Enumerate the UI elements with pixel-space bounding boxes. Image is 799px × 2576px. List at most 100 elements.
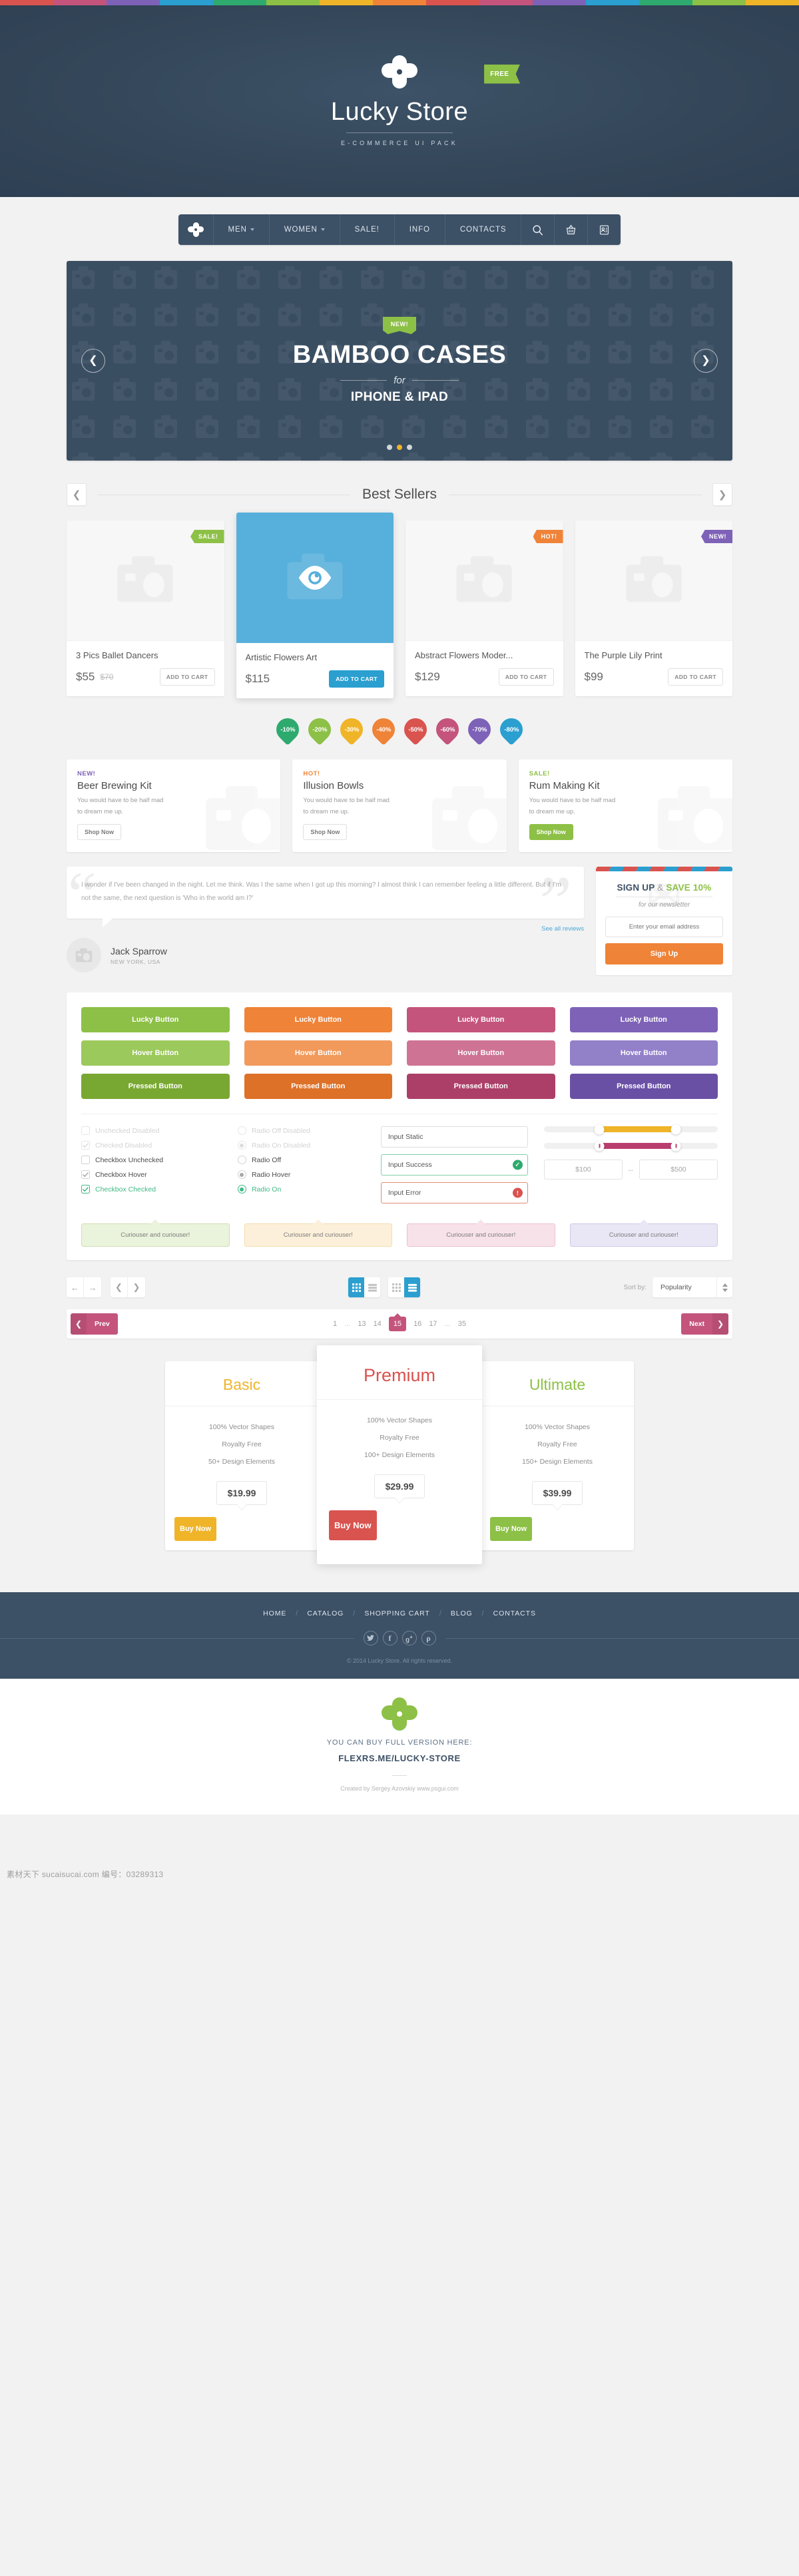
sort-stepper-icon[interactable] <box>716 1277 732 1298</box>
shop-now-button[interactable]: Shop Now <box>77 824 121 841</box>
pinterest-icon[interactable]: ρ <box>421 1631 436 1646</box>
footer-link-blog[interactable]: BLOG <box>451 1610 473 1617</box>
add-to-cart-button[interactable]: ADD TO CART <box>329 670 384 688</box>
pagination-page[interactable]: 35 <box>458 1320 466 1328</box>
checkbox-icon[interactable] <box>81 1185 90 1194</box>
pagination-prev-button[interactable]: ❮ Prev <box>71 1313 118 1335</box>
checkbox-icon[interactable] <box>81 1170 90 1180</box>
best-sellers-next-button[interactable]: ❯ <box>712 483 732 506</box>
checkbox-row[interactable]: Unchecked Disabled <box>81 1126 222 1136</box>
pagination-page[interactable]: 13 <box>358 1320 366 1328</box>
add-to-cart-button[interactable]: ADD TO CART <box>668 668 723 686</box>
pagination-next-button[interactable]: Next ❯ <box>681 1313 728 1335</box>
pagination-page[interactable]: 16 <box>413 1320 421 1328</box>
slider-rail[interactable] <box>543 1141 718 1152</box>
product-card[interactable]: Artistic Flowers Art $115 ADD TO CART <box>236 513 394 698</box>
checkbox-row[interactable]: Checkbox Hover <box>81 1170 222 1180</box>
price-min-field[interactable]: $100 <box>543 1160 623 1180</box>
slider-handle[interactable] <box>670 1124 681 1135</box>
ui-kit-button[interactable]: Lucky Button <box>244 1007 392 1033</box>
footer-link-catalog[interactable]: CATALOG <box>307 1610 344 1617</box>
chevron-right-icon[interactable]: ❯ <box>128 1277 145 1297</box>
list-view-icon[interactable] <box>364 1277 381 1298</box>
radio-icon[interactable] <box>237 1141 246 1150</box>
buy-now-button[interactable]: Buy Now <box>490 1517 533 1542</box>
best-sellers-prev-button[interactable]: ❮ <box>67 483 87 506</box>
buy-now-button[interactable]: Buy Now <box>329 1510 377 1541</box>
footer-link-contacts[interactable]: CONTACTS <box>493 1610 536 1617</box>
twitter-icon[interactable] <box>363 1631 378 1646</box>
promo-card[interactable]: NEW! Beer Brewing Kit You would have to be… <box>67 759 281 853</box>
checkbox-row[interactable]: Checked Disabled <box>81 1141 222 1150</box>
checkbox-icon[interactable] <box>81 1126 90 1136</box>
checkbox-row[interactable]: Checkbox Unchecked <box>81 1156 222 1165</box>
discount-badge[interactable]: -80% <box>495 713 528 746</box>
radio-row[interactable]: Radio Hover <box>237 1170 365 1180</box>
radio-row[interactable]: Radio On <box>237 1185 365 1194</box>
slider-prev-button[interactable]: ❮ <box>81 349 105 373</box>
product-card[interactable]: NEW! The Purple Lily Print $99 ADD TO CART <box>575 521 732 696</box>
ui-kit-button[interactable]: Pressed Button <box>407 1074 555 1100</box>
shop-now-button[interactable]: Shop Now <box>303 824 348 841</box>
radio-row[interactable]: Radio Off <box>237 1156 365 1165</box>
slider-dot[interactable] <box>407 445 412 450</box>
facebook-icon[interactable]: f <box>382 1631 398 1646</box>
checkbox-row[interactable]: Checkbox Checked <box>81 1185 222 1194</box>
text-input-static[interactable] <box>380 1126 528 1148</box>
contact-card-icon[interactable] <box>588 214 621 245</box>
radio-icon[interactable] <box>237 1185 246 1194</box>
checkbox-icon[interactable] <box>81 1156 90 1165</box>
search-icon[interactable] <box>521 214 555 245</box>
chevron-left-icon[interactable]: ❮ <box>111 1277 128 1298</box>
arrow-left-icon[interactable]: ← <box>67 1277 84 1298</box>
text-input-error[interactable] <box>380 1182 528 1204</box>
slider-rail[interactable] <box>543 1124 718 1135</box>
see-all-reviews-link[interactable]: See all reviews <box>67 925 584 933</box>
basket-icon[interactable] <box>555 214 589 245</box>
slider-dot[interactable] <box>387 445 392 450</box>
slider-handle[interactable] <box>594 1141 605 1152</box>
pagination-page[interactable]: 14 <box>374 1320 382 1328</box>
range-slider[interactable] <box>543 1141 718 1152</box>
product-card[interactable]: SALE! 3 Pics Ballet Dancers $55 $70 ADD TO C… <box>67 521 224 696</box>
discount-badge[interactable]: -50% <box>399 713 432 746</box>
radio-icon[interactable] <box>237 1170 246 1180</box>
ui-kit-button[interactable]: Lucky Button <box>407 1007 555 1033</box>
discount-badge[interactable]: -60% <box>431 713 464 746</box>
grid-view-icon[interactable] <box>348 1277 365 1298</box>
slider-handle[interactable] <box>594 1124 605 1135</box>
list-view-icon[interactable] <box>404 1277 421 1298</box>
product-card[interactable]: HOT! Abstract Flowers Moder... $129 ADD TO … <box>405 521 563 696</box>
nav-item-women[interactable]: WOMEN <box>270 214 340 245</box>
radio-row[interactable]: Radio On Disabled <box>237 1141 365 1150</box>
discount-badge[interactable]: -10% <box>271 713 304 746</box>
sort-select[interactable]: Popularity <box>653 1277 732 1298</box>
pagination-page[interactable]: 1 <box>333 1320 337 1328</box>
grid-view-icon[interactable] <box>388 1277 405 1298</box>
discount-badge[interactable]: -40% <box>367 713 400 746</box>
ui-kit-button[interactable]: Hover Button <box>244 1040 392 1066</box>
buy-now-button[interactable]: Buy Now <box>174 1517 217 1542</box>
ui-kit-button[interactable]: Lucky Button <box>569 1007 718 1033</box>
footer-link-home[interactable]: HOME <box>263 1610 286 1617</box>
discount-badge[interactable]: -70% <box>463 713 496 746</box>
ui-kit-button[interactable]: Hover Button <box>407 1040 555 1066</box>
radio-icon[interactable] <box>237 1126 246 1136</box>
ui-kit-button[interactable]: Hover Button <box>81 1040 230 1066</box>
discount-badge[interactable]: -20% <box>303 713 336 746</box>
discount-badge[interactable]: -30% <box>335 713 368 746</box>
checkbox-icon[interactable] <box>81 1141 90 1150</box>
newsletter-email-input[interactable] <box>605 917 723 938</box>
pagination-page[interactable]: 15 <box>388 1317 407 1332</box>
price-max-field[interactable]: $500 <box>639 1160 718 1180</box>
nav-item-contacts[interactable]: CONTACTS <box>445 214 522 245</box>
radio-row[interactable]: Radio Off Disabled <box>237 1126 365 1136</box>
pagination-page[interactable]: 17 <box>429 1320 437 1328</box>
credits-url[interactable]: FLEXRS.ME/LUCKY-STORE <box>0 1753 799 1763</box>
radio-icon[interactable] <box>237 1156 246 1165</box>
google-plus-icon[interactable]: g+ <box>401 1631 417 1646</box>
slider-handle[interactable] <box>670 1141 681 1152</box>
newsletter-signup-button[interactable]: Sign Up <box>605 943 723 965</box>
footer-link-shoppingcart[interactable]: SHOPPING CART <box>364 1610 429 1617</box>
ui-kit-button[interactable]: Pressed Button <box>569 1074 718 1100</box>
